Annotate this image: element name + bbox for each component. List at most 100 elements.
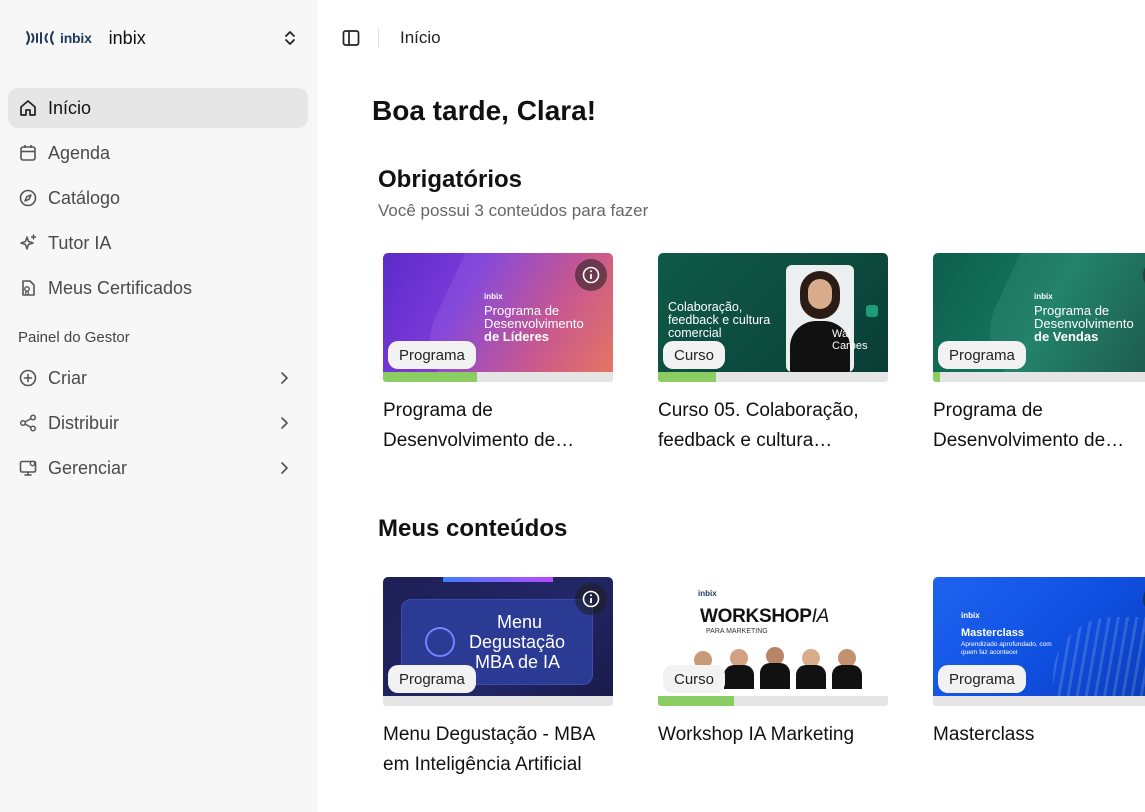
share-icon: [18, 413, 38, 433]
info-button[interactable]: [575, 583, 607, 615]
chevron-right-icon: [274, 413, 294, 433]
sidebar-item-label: Catálogo: [48, 187, 121, 208]
thumb-logo: inbix: [484, 292, 503, 301]
header-divider: [378, 28, 379, 48]
thumb-logo: inbix: [961, 611, 980, 620]
sidebar: inbix inbix Início Agenda Catálogo Tutor…: [0, 0, 318, 812]
sidebar-item-inicio[interactable]: Início: [8, 88, 308, 128]
progress-bar: [383, 696, 613, 706]
workspace-name: inbix: [108, 27, 146, 48]
logo-waves-icon: [26, 31, 54, 45]
sidebar-item-gerenciar[interactable]: Gerenciar: [8, 448, 308, 488]
certificate-icon: [18, 278, 38, 298]
card-title: Masterclass: [933, 724, 1035, 745]
content-type-badge: Curso: [663, 341, 726, 369]
content-type-badge: Programa: [388, 341, 476, 369]
chart-badge-icon: [866, 305, 878, 317]
sidebar-item-label: Agenda: [48, 142, 111, 163]
presenter-photo: [786, 265, 854, 372]
card-thumbnail: Menu Degustação MBA de IA Programa: [383, 577, 613, 696]
card-title: Programa de Desenvolvimento de Líderes: [383, 400, 556, 451]
required-section-title: Obrigatórios: [378, 166, 523, 193]
sidebar-toggle-icon[interactable]: [341, 28, 361, 48]
content-type-badge: Programa: [938, 665, 1026, 693]
sidebar-item-label: Início: [48, 97, 92, 118]
content-type-badge: Curso: [663, 665, 726, 693]
my-contents-section-title: Meus conteúdos: [378, 515, 568, 542]
manager-panel-label: Painel do Gestor: [18, 329, 130, 346]
content-card[interactable]: inbix WORKSHOPIA PARA MARKETING Curso Wo…: [658, 577, 888, 750]
compass-icon: [18, 188, 38, 208]
sidebar-item-label: Criar: [48, 367, 87, 388]
content-card[interactable]: inbix Programa de Desenvolvimento de Líd…: [383, 253, 613, 456]
thumb-logo: inbix: [698, 589, 717, 598]
thumb-line: Degustação: [469, 632, 566, 652]
content-card[interactable]: inbix Masterclass Aprendizado aprofundad…: [933, 577, 1145, 750]
presenter-name: Wal Carpes: [832, 328, 868, 352]
sidebar-item-label: Meus Certificados: [48, 277, 193, 298]
chevron-right-icon: [274, 368, 294, 388]
calendar-icon: [18, 143, 38, 163]
progress-bar: [933, 372, 1145, 382]
progress-bar: [933, 696, 1145, 706]
globe-icon: [425, 627, 455, 657]
required-section-subtitle: Você possui 3 conteúdos para fazer: [378, 201, 649, 220]
main-nav: Início Agenda Catálogo Tutor IA Meus Cer…: [8, 88, 308, 313]
sidebar-item-label: Distribuir: [48, 412, 120, 433]
sidebar-item-label: Tutor IA: [48, 232, 112, 253]
thumb-line: MBA de IA: [475, 652, 561, 672]
thumb-line: Menu: [497, 612, 543, 632]
sidebar-item-distribuir[interactable]: Distribuir: [8, 403, 308, 443]
thumb-heading: WORKSHOPIA: [700, 606, 829, 628]
card-title: Menu Degustação - MBA em Inteligência Ar…: [383, 724, 595, 775]
thumb-heading-suffix: IA: [811, 606, 830, 627]
thumb-line: de Líderes: [484, 329, 550, 344]
chevrons-up-down-icon[interactable]: [280, 28, 300, 48]
card-thumbnail: inbix WORKSHOPIA PARA MARKETING Curso: [658, 577, 888, 696]
thumb-caption: PARA MARKETING: [706, 628, 768, 635]
thumb-heading-main: WORKSHOP: [700, 606, 812, 627]
content-type-badge: Programa: [388, 665, 476, 693]
sidebar-item-criar[interactable]: Criar: [8, 358, 308, 398]
card-thumbnail: inbix Masterclass Aprendizado aprofundad…: [933, 577, 1145, 696]
breadcrumb: Início: [400, 28, 441, 47]
monitor-settings-icon: [18, 458, 38, 478]
progress-fill: [658, 696, 734, 706]
card-thumbnail: inbix Programa de Desenvolvimento de Ven…: [933, 253, 1145, 372]
sidebar-item-catalogo[interactable]: Catálogo: [8, 178, 308, 218]
page-greeting: Boa tarde, Clara!: [372, 95, 597, 126]
info-button[interactable]: [575, 259, 607, 291]
content-type-badge: Programa: [938, 341, 1026, 369]
progress-bar: [658, 696, 888, 706]
progress-bar: [383, 372, 613, 382]
home-icon: [18, 98, 38, 118]
chevron-right-icon: [274, 458, 294, 478]
sidebar-item-label: Gerenciar: [48, 457, 128, 478]
progress-fill: [933, 372, 940, 382]
card-thumbnail: Colaboração, feedback e cultura comercia…: [658, 253, 888, 372]
thumb-accent-bar: [443, 577, 553, 582]
workspace-switcher[interactable]: inbix inbix: [24, 24, 302, 52]
content-card[interactable]: Colaboração, feedback e cultura comercia…: [658, 253, 888, 456]
progress-bar: [658, 372, 888, 382]
progress-fill: [383, 372, 478, 382]
thumb-decoration: [1053, 617, 1145, 696]
logo-text: inbix: [60, 30, 92, 46]
thumb-line: de Vendas: [1034, 329, 1099, 344]
thumb-logo: inbix: [1034, 292, 1053, 301]
info-icon: [582, 590, 600, 608]
plus-circle-icon: [18, 368, 38, 388]
card-title: Programa de Desenvolvimento de Vendas: [933, 400, 1106, 451]
top-bar: Início: [318, 0, 1145, 76]
thumb-caption: Aprendizado aprofundado, com quem faz ac…: [961, 641, 1052, 656]
content-card[interactable]: Menu Degustação MBA de IA Programa Menu …: [383, 577, 613, 780]
card-title: Workshop IA Marketing: [658, 724, 855, 745]
progress-fill: [658, 372, 716, 382]
sidebar-item-tutor-ia[interactable]: Tutor IA: [8, 223, 308, 263]
card-thumbnail: inbix Programa de Desenvolvimento de Líd…: [383, 253, 613, 372]
card-title: Curso 05. Colaboração, feedback e cultur…: [658, 400, 859, 451]
content-card[interactable]: inbix Programa de Desenvolvimento de Ven…: [933, 253, 1145, 456]
sidebar-item-meus-certificados[interactable]: Meus Certificados: [8, 268, 308, 308]
thumb-heading: Masterclass: [961, 627, 1024, 639]
sidebar-item-agenda[interactable]: Agenda: [8, 133, 308, 173]
